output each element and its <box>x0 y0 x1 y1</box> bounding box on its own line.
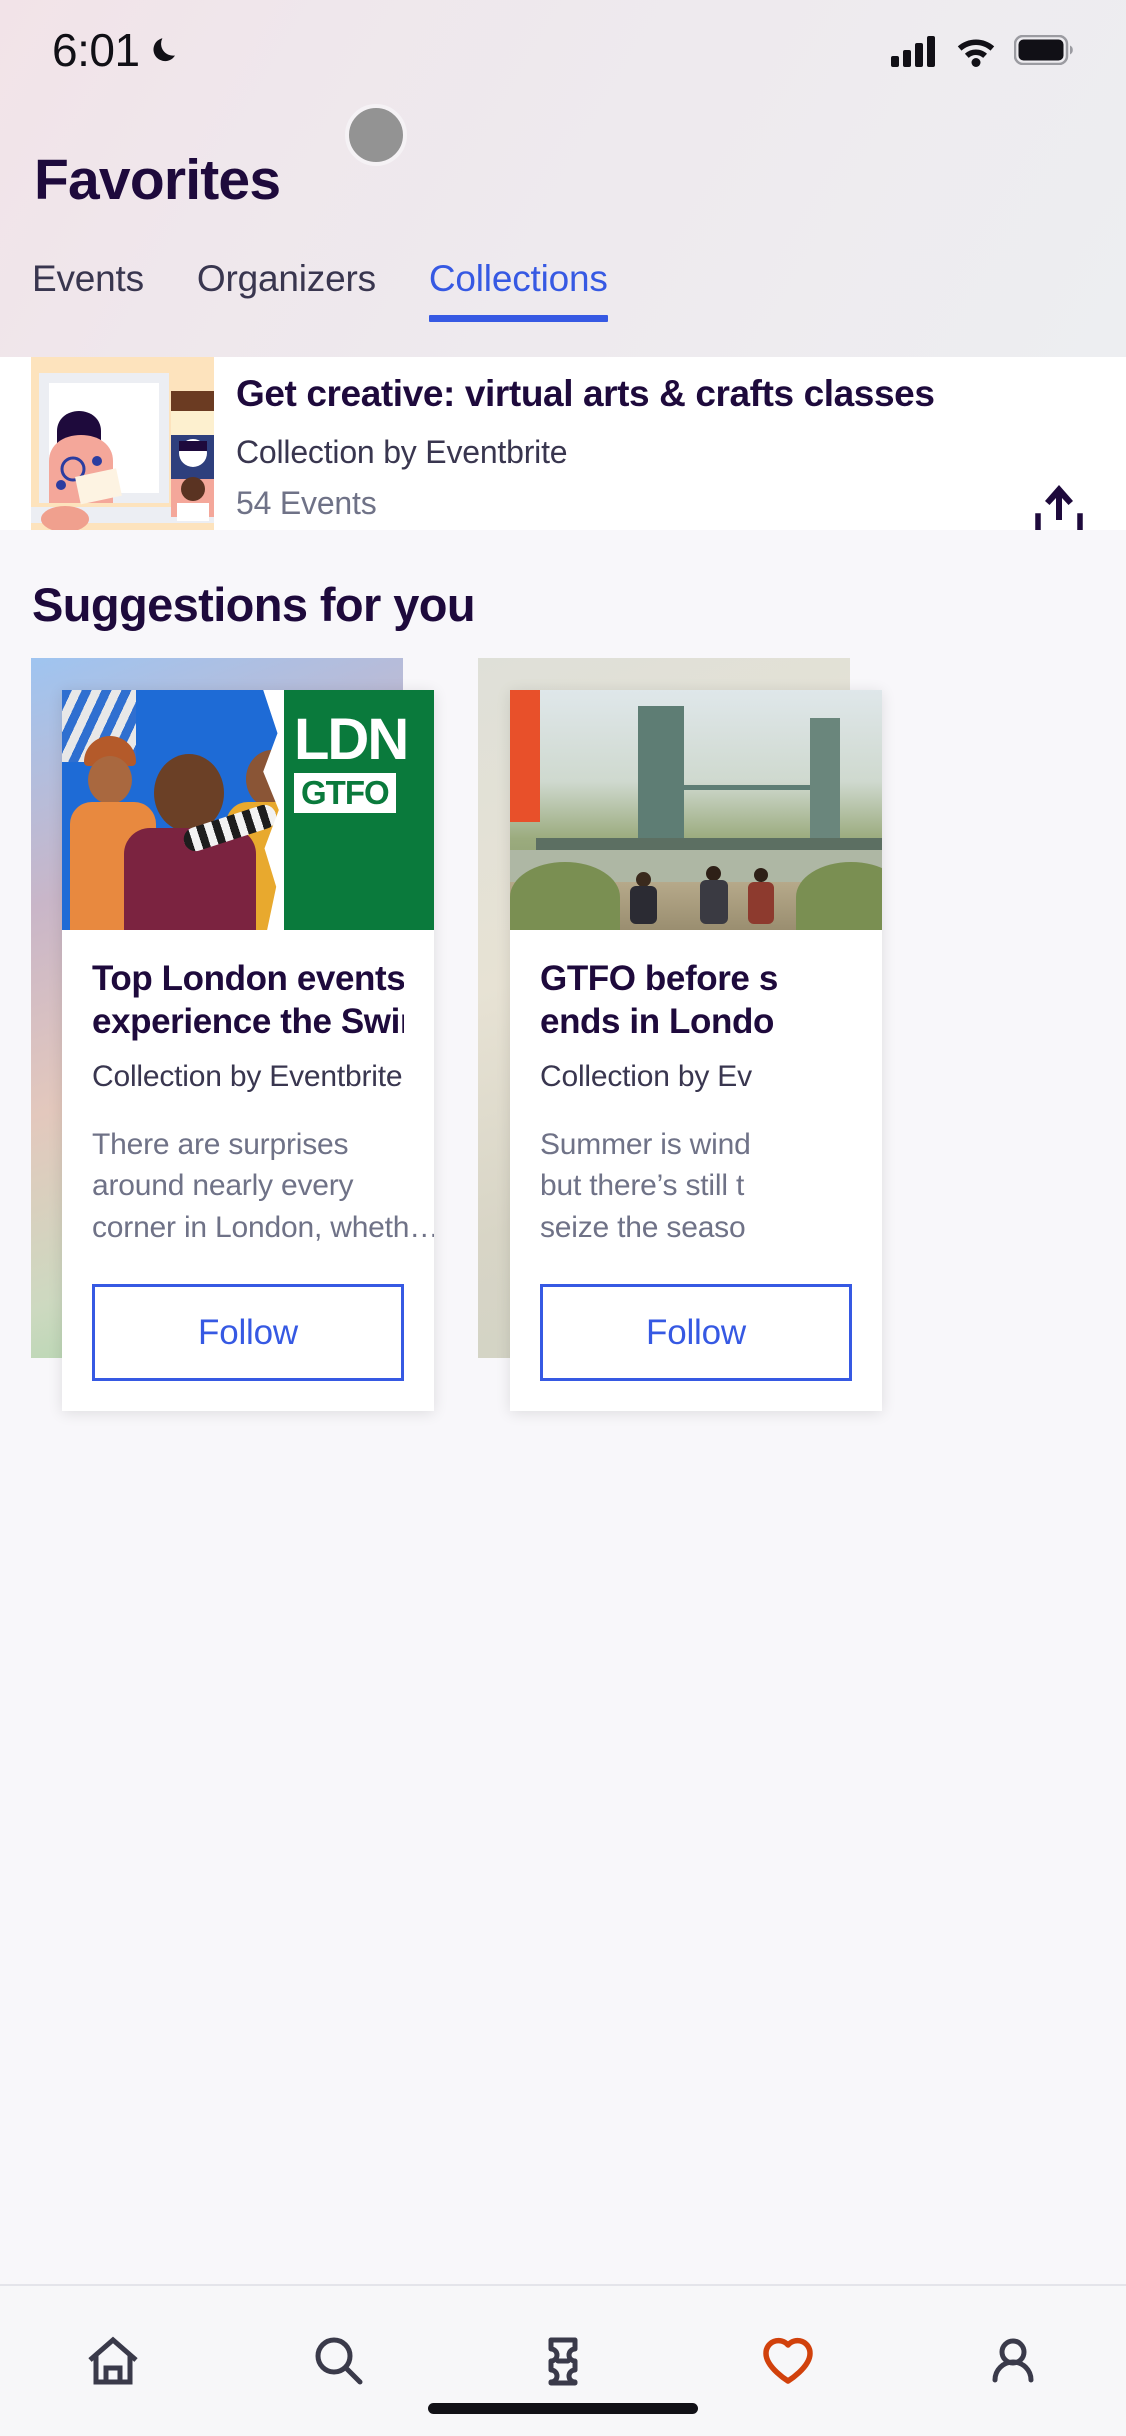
tab-organizers[interactable]: Organizers <box>197 258 376 322</box>
tab-bar: Events Organizers Collections <box>0 258 1126 357</box>
artwork-secondary-text: GTFO <box>294 773 396 814</box>
suggestions-card-rail[interactable]: LDN GTFO Top London events: experience t… <box>0 658 1126 1412</box>
follow-button[interactable]: Follow <box>540 1284 852 1382</box>
nav-item-search[interactable] <box>225 2286 450 2436</box>
collection-card[interactable]: GTFO before s ends in Londo Collection b… <box>510 690 882 1412</box>
tab-collections[interactable]: Collections <box>428 258 608 322</box>
profile-icon <box>982 2330 1044 2392</box>
saved-collection-count: 54 Events <box>236 485 377 522</box>
home-icon <box>82 2330 144 2392</box>
card-desc-line2: but there’s still t <box>540 1169 745 1203</box>
title-row: Favorites <box>0 104 1126 225</box>
card-title: GTFO before s ends in Londo <box>540 958 852 1044</box>
card-title-line1: Top London events: <box>92 959 404 998</box>
status-bar-left: 6:01 <box>52 23 184 77</box>
card-subtitle: Collection by Eventbrite <box>92 1060 403 1093</box>
card-desc-line1: There are surprises <box>92 1128 349 1161</box>
status-bar: 6:01 <box>0 0 1126 100</box>
tab-events[interactable]: Events <box>32 258 144 322</box>
saved-collection-subtitle: Collection by Eventbrite <box>236 434 568 471</box>
app-screen: 6:01 Favorites Events Organizers Collect… <box>0 0 1126 2436</box>
status-bar-right <box>890 33 1074 67</box>
card-title-line2: ends in Londo <box>540 1001 774 1041</box>
card-description: Summer is wind but there’s still t seize… <box>540 1124 852 1248</box>
card-body: GTFO before s ends in Londo Collection b… <box>510 930 882 1411</box>
ticket-icon <box>532 2330 594 2392</box>
artwork-primary-text: LDN <box>294 707 409 772</box>
home-indicator <box>428 2403 698 2414</box>
saved-collection-row[interactable]: Get creative: virtual arts & crafts clas… <box>0 357 1126 554</box>
nav-item-favorites[interactable] <box>676 2286 901 2436</box>
follow-button[interactable]: Follow <box>92 1284 404 1382</box>
crescent-moon-icon <box>150 33 184 67</box>
card-body: Top London events: experience the Swin… … <box>62 930 434 1411</box>
avatar[interactable] <box>345 104 407 166</box>
battery-full-icon <box>1014 35 1074 65</box>
card-desc-line2: around nearly every <box>92 1169 354 1203</box>
heart-icon <box>757 2330 819 2392</box>
saved-collection-title: Get creative: virtual arts & crafts clas… <box>236 373 935 414</box>
nav-item-profile[interactable] <box>901 2286 1126 2436</box>
header-region: 6:01 Favorites Events Organizers Collect… <box>0 0 1126 357</box>
hammersmith-bridge-photo <box>510 690 882 930</box>
cellular-signal-icon <box>890 33 938 67</box>
bottom-navigation <box>0 2284 1126 2436</box>
nav-item-home[interactable] <box>0 2286 225 2436</box>
card-title-line2: experience the Swin… <box>92 1001 404 1041</box>
card-desc-line3: seize the seaso <box>540 1210 746 1244</box>
card-desc-line1: Summer is wind <box>540 1128 751 1161</box>
status-time: 6:01 <box>52 24 140 76</box>
search-icon <box>307 2330 369 2392</box>
card-title: Top London events: experience the Swin… <box>92 958 404 1044</box>
collection-card[interactable]: LDN GTFO Top London events: experience t… <box>62 690 434 1412</box>
ldn-gtfo-artwork: LDN GTFO <box>62 690 434 930</box>
card-subtitle: Collection by Ev <box>540 1060 752 1093</box>
saved-collection-text: Get creative: virtual arts & crafts clas… <box>236 371 1086 522</box>
arts-crafts-illustration <box>31 357 214 554</box>
card-desc-line3: corner in London, wheth… <box>92 1210 434 1244</box>
wifi-icon <box>954 33 998 67</box>
suggestions-heading: Suggestions for you <box>32 578 476 631</box>
page-title: Favorites <box>34 148 281 212</box>
suggestions-section: Suggestions for you LDN GTFO Top London … <box>0 530 1126 2436</box>
card-description: There are surprises around nearly every … <box>92 1124 434 1248</box>
card-title-line1: GTFO before s <box>540 959 778 998</box>
